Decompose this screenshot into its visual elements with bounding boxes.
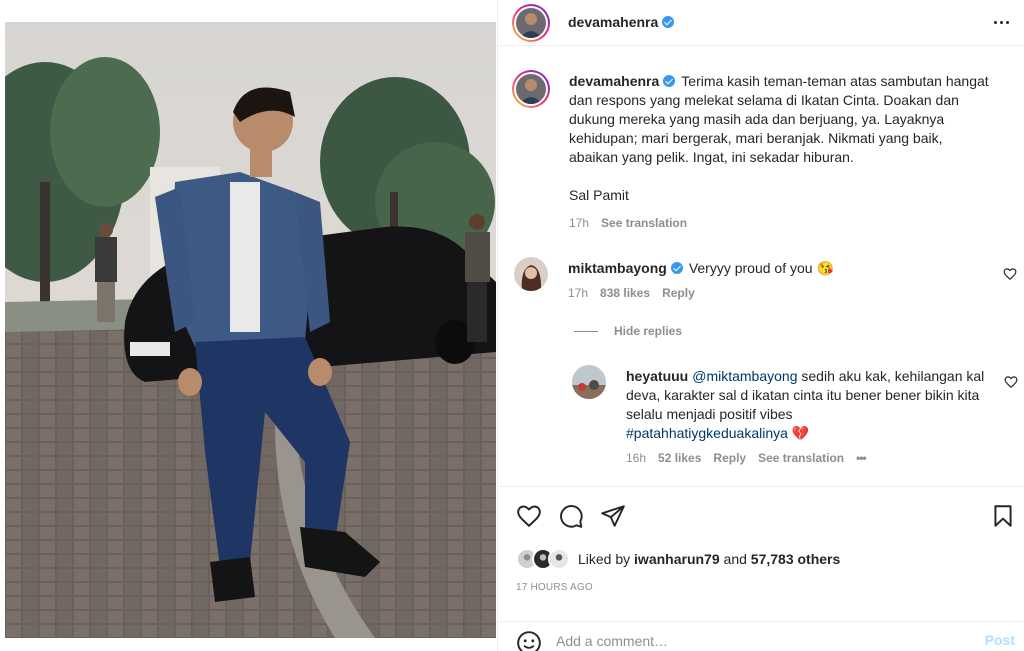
- caption-meta: 17h See translation: [569, 214, 989, 233]
- comments-list[interactable]: devamahenra Terima kasih teman-teman atas…: [498, 47, 1024, 485]
- caption-see-translation[interactable]: See translation: [601, 216, 687, 230]
- verified-badge-icon: [670, 262, 683, 274]
- commenter-avatar[interactable]: [514, 257, 548, 291]
- reply-see-translation[interactable]: See translation: [758, 451, 844, 465]
- hide-replies-label: Hide replies: [614, 324, 683, 338]
- post-photo[interactable]: [5, 22, 496, 638]
- caption-username[interactable]: devamahenra: [569, 73, 659, 89]
- more-options-button[interactable]: [989, 14, 1013, 30]
- post-timestamp[interactable]: 17 HOURS AGO: [516, 582, 593, 593]
- hide-replies-toggle[interactable]: Hide replies: [574, 324, 682, 338]
- author-avatar-ring[interactable]: [512, 4, 550, 42]
- like-heart-icon[interactable]: [516, 503, 542, 529]
- likes-summary: Liked by iwanharun79 and 57,783 others: [516, 548, 840, 570]
- comment-time[interactable]: 17h: [568, 286, 588, 300]
- header-username[interactable]: devamahenra: [568, 14, 658, 30]
- reply-avatar[interactable]: [572, 365, 606, 399]
- more-dot: [993, 20, 997, 24]
- comment: miktambayong Veryyy proud of you 😘 17h 838…: [512, 257, 1022, 317]
- verified-badge-icon: [662, 16, 675, 28]
- likes-prefix: Liked by: [578, 551, 631, 567]
- comment-like-heart-icon[interactable]: [1003, 267, 1017, 281]
- reply-time[interactable]: 16h: [626, 451, 646, 465]
- reply-comment: heyatuuu @miktambayong sedih aku kak, keh…: [572, 365, 1022, 475]
- bookmark-icon[interactable]: [990, 503, 1016, 529]
- reply-likes[interactable]: 52 likes: [658, 451, 701, 465]
- caption-time[interactable]: 17h: [569, 216, 589, 230]
- reply-username[interactable]: heyatuuu: [626, 368, 688, 384]
- comment-body: miktambayong Veryyy proud of you 😘 17h 838…: [568, 259, 948, 303]
- likes-and: and: [723, 551, 747, 567]
- post-photo-illustration: [5, 22, 496, 638]
- more-dot: [1005, 20, 1009, 24]
- caption-signoff: Sal Pamit: [569, 187, 629, 203]
- header-author: devamahenra: [568, 14, 675, 30]
- liker-avatar[interactable]: [548, 548, 570, 570]
- post-actions: Liked by iwanharun79 and 57,783 others 1…: [498, 486, 1024, 606]
- comment-username[interactable]: miktambayong: [568, 260, 667, 276]
- comment-input[interactable]: [556, 630, 956, 651]
- caption-avatar: [516, 74, 546, 104]
- post-side-panel: devamahenra devamahenraTerima kasih tem: [497, 0, 1024, 651]
- caption-body: devamahenra Terima kasih teman-teman atas…: [569, 72, 989, 233]
- comment-meta: 17h 838 likes Reply: [568, 284, 948, 303]
- hide-replies-line: [574, 330, 598, 332]
- reply-more-button[interactable]: •••: [856, 451, 867, 465]
- reply-reply-button[interactable]: Reply: [713, 451, 746, 465]
- verified-badge-icon: [663, 75, 676, 87]
- post-header: devamahenra: [498, 0, 1024, 46]
- comment-text: Veryyy proud of you 😘: [688, 260, 834, 276]
- reply-body: heyatuuu @miktambayong sedih aku kak, keh…: [626, 367, 986, 468]
- likes-user[interactable]: iwanharun79: [634, 551, 720, 567]
- smiley-icon[interactable]: [516, 630, 542, 651]
- author-avatar: [516, 8, 546, 38]
- more-dot: [999, 20, 1003, 24]
- paper-plane-icon[interactable]: [600, 503, 626, 529]
- add-comment-bar: Post: [498, 621, 1024, 651]
- comment-likes[interactable]: 838 likes: [600, 286, 650, 300]
- post-media-pane: [0, 0, 497, 651]
- reply-meta: 16h 52 likes Reply See translation •••: [626, 449, 986, 468]
- caption-avatar-ring[interactable]: [512, 70, 550, 108]
- likes-others[interactable]: 57,783 others: [751, 551, 841, 567]
- post-comment-button[interactable]: Post: [985, 632, 1015, 648]
- comment-reply-button[interactable]: Reply: [662, 286, 695, 300]
- comment-icon[interactable]: [558, 503, 584, 529]
- likes-text: Liked by iwanharun79 and 57,783 others: [578, 551, 840, 567]
- reply-mention[interactable]: @miktambayong: [692, 368, 797, 384]
- reply-emoji: 💔: [791, 425, 810, 441]
- reply-like-heart-icon[interactable]: [1004, 375, 1018, 389]
- reply-hashtag[interactable]: #patahhatiygkeduakalinya: [626, 425, 788, 441]
